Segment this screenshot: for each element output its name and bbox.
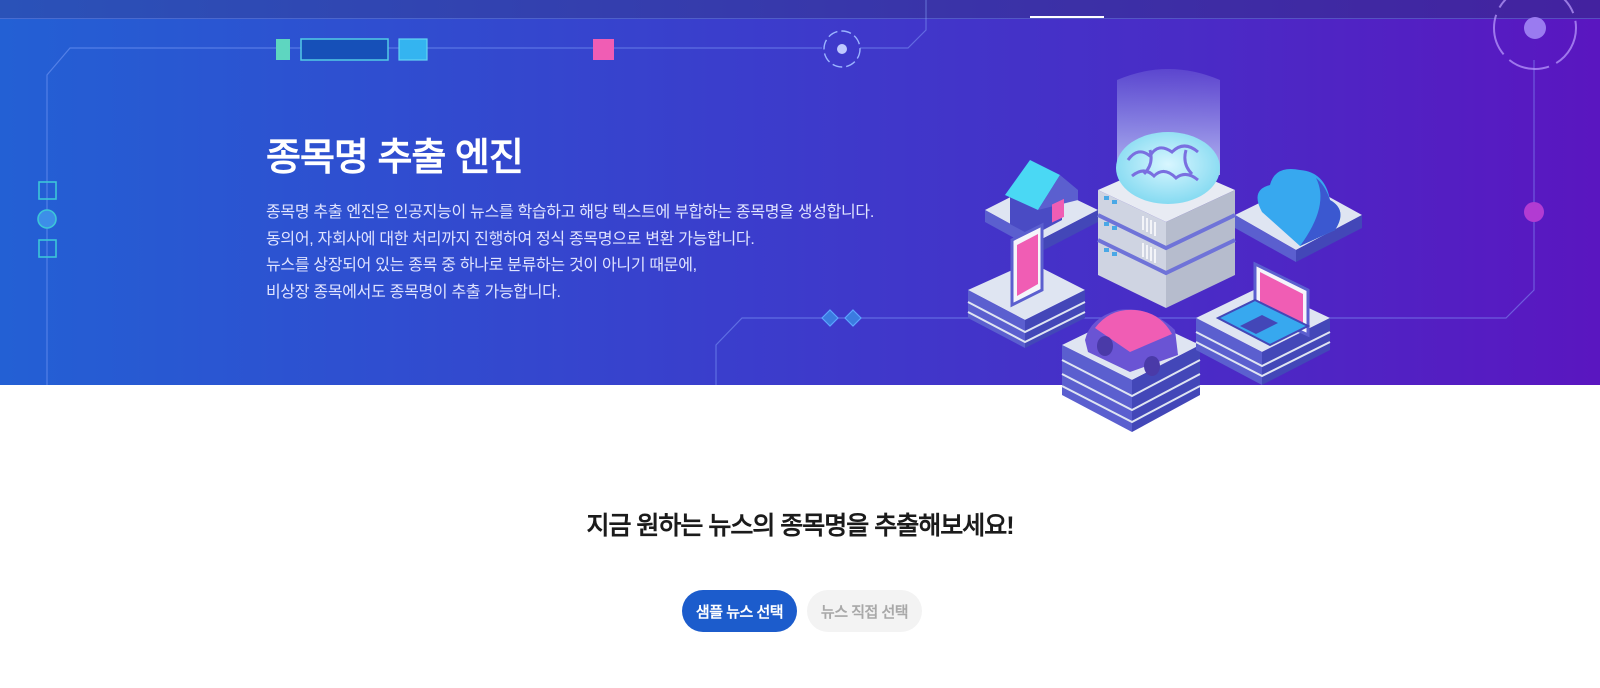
- description-line: 뉴스를 상장되어 있는 종목 중 하나로 분류하는 것이 아니기 때문에,: [266, 257, 697, 274]
- sample-news-button[interactable]: 샘플 뉴스 선택: [682, 590, 797, 632]
- car-icon: [1061, 309, 1201, 432]
- brain-icon: [1116, 132, 1220, 204]
- description-line: 동의어, 자회사에 대한 처리까지 진행하여 정식 종목명으로 변환 가능합니다…: [266, 230, 755, 248]
- ai-server-illustration: [967, 69, 1362, 432]
- cta-heading: 지금 원하는 뉴스의 종목명을 추출해보세요!: [586, 512, 1014, 540]
- hero-description: 종목명 추출 엔진은 인공지능이 뉴스를 학습하고 해당 텍스트에 부합하는 종…: [266, 200, 906, 306]
- top-right-orb: [1493, 0, 1577, 70]
- description-line: 비상장 종목에서도 종목명이 추출 가능합니다.: [266, 283, 561, 301]
- cloud-icon: [1235, 169, 1362, 262]
- description-line: 종목명 추출 엔진은 인공지능이 뉴스를 학습하고 해당 텍스트에 부합하는 종…: [266, 204, 874, 221]
- right-dot: [1524, 202, 1544, 222]
- page-title: 종목명 추출 엔진: [266, 137, 524, 179]
- colored-squares-row: [276, 38, 614, 61]
- direct-news-button[interactable]: 뉴스 직접 선택: [807, 590, 922, 632]
- phone-icon: [967, 222, 1086, 348]
- target-circle: [823, 30, 861, 68]
